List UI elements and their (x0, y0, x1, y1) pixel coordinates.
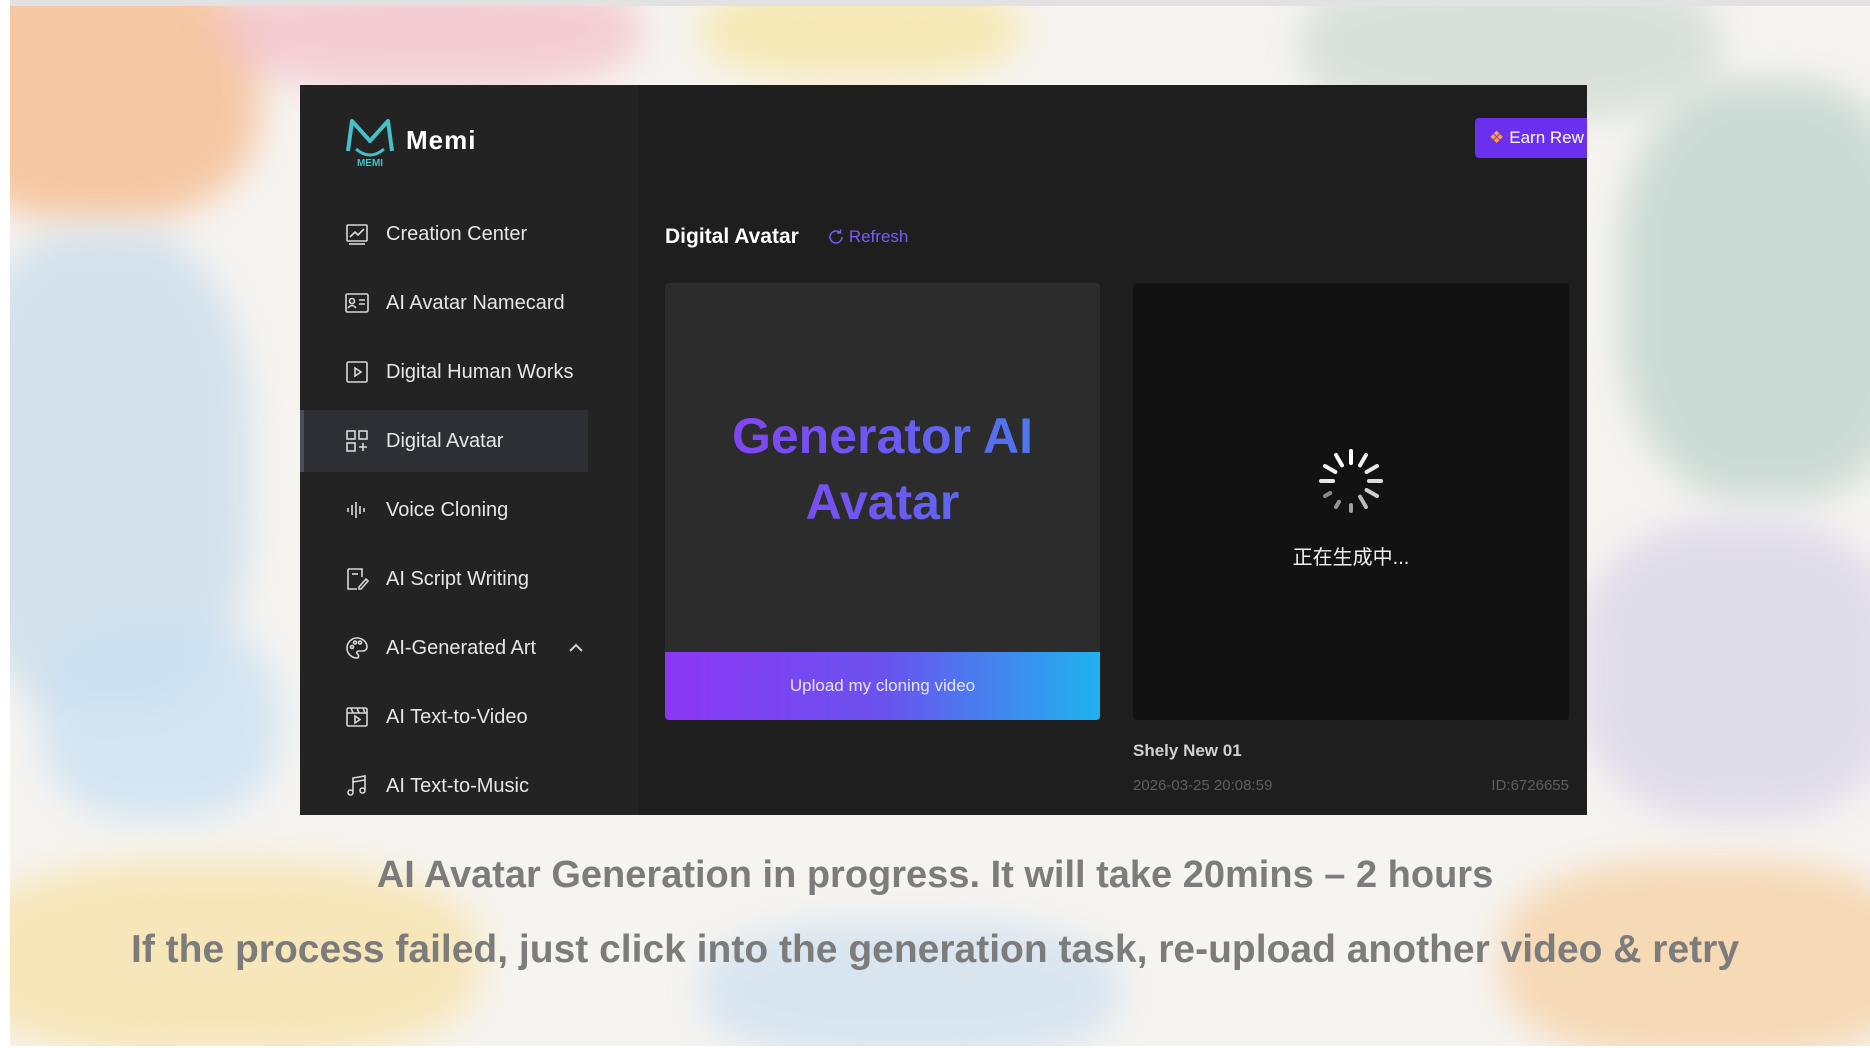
sidebar-nav: Creation Center AI Avatar Namecard Digit… (300, 203, 638, 815)
sidebar-item-label: Creation Center (386, 222, 528, 245)
sidebar-item-ai-text-to-music[interactable]: AI Text-to-Music (300, 755, 638, 815)
palette-icon (344, 635, 370, 661)
generator-title: Generator AI Avatar (665, 403, 1100, 535)
generator-card[interactable]: Generator AI Avatar Upload my cloning vi… (665, 283, 1100, 720)
generation-task-card[interactable]: 正在生成中... (1133, 283, 1569, 720)
sidebar-item-ai-avatar-namecard[interactable]: AI Avatar Namecard (300, 272, 638, 334)
music-note-icon (344, 773, 370, 799)
sidebar-item-label: Digital Avatar (386, 429, 504, 452)
sidebar-item-label: Digital Human Works (386, 360, 574, 383)
sidebar-item-ai-generated-art[interactable]: AI-Generated Art (300, 617, 638, 679)
generator-title-line1: Generator AI (731, 408, 1033, 464)
waveform-icon (344, 497, 370, 523)
app-name: Memi (406, 124, 477, 155)
sidebar-item-label: AI Script Writing (386, 567, 529, 590)
section-header: Digital Avatar Refresh (665, 225, 908, 249)
script-pen-icon (344, 566, 370, 592)
sidebar-item-label: AI Text-to-Music (386, 774, 529, 797)
logo-small-text: MEMI (357, 158, 383, 169)
sidebar-item-digital-avatar[interactable]: Digital Avatar (300, 410, 588, 472)
sidebar-item-creation-center[interactable]: Creation Center (300, 203, 638, 265)
caption-progress-note: AI Avatar Generation in progress. It wil… (376, 854, 1494, 896)
avatar-grid-icon (344, 428, 370, 454)
sidebar-item-digital-human-works[interactable]: Digital Human Works (300, 341, 638, 403)
sidebar-item-label: AI Avatar Namecard (386, 291, 565, 314)
generator-title-line2: Avatar (805, 474, 960, 530)
gift-icon: ❖ (1489, 128, 1505, 147)
id-card-icon (344, 290, 370, 316)
task-timestamp: 2026-03-25 20:08:59 (1133, 777, 1273, 794)
memi-logo-icon: MEMI (342, 111, 398, 169)
sidebar-item-ai-script-writing[interactable]: AI Script Writing (300, 548, 638, 610)
sidebar-item-label: Voice Cloning (386, 498, 509, 521)
refresh-icon (829, 229, 843, 244)
earn-rewards-button[interactable]: ❖ Earn Rew (1475, 118, 1587, 158)
upload-cloning-video-button[interactable]: Upload my cloning video (665, 652, 1100, 720)
sidebar-item-ai-text-to-video[interactable]: AI Text-to-Video (300, 686, 638, 748)
logo[interactable]: MEMI Memi (342, 111, 476, 169)
task-id: ID:6726655 (1491, 777, 1569, 794)
loading-spinner-icon (1315, 445, 1387, 517)
sidebar-item-voice-cloning[interactable]: Voice Cloning (300, 479, 638, 541)
page-title: Digital Avatar (665, 225, 799, 248)
earn-rewards-label: Earn Rew (1509, 128, 1584, 147)
task-status-text: 正在生成中... (1292, 547, 1410, 569)
chart-icon (344, 221, 370, 247)
refresh-label: Refresh (848, 227, 909, 246)
chevron-up-icon[interactable] (568, 639, 584, 655)
video-icon (344, 704, 370, 730)
refresh-button[interactable]: Refresh (827, 227, 909, 247)
sidebar-item-label: AI-Generated Art (386, 636, 537, 659)
sidebar: MEMI Memi Creation Center AI Avatar Name… (300, 85, 638, 815)
task-name: Shely New 01 (1133, 741, 1242, 760)
main-content: ❖ Earn Rew Digital Avatar Refresh Genera… (638, 85, 1587, 815)
caption-retry-note: If the process failed, just click into t… (130, 928, 1740, 971)
play-box-icon (344, 359, 370, 385)
sidebar-item-label: AI Text-to-Video (386, 705, 528, 728)
app-window: MEMI Memi Creation Center AI Avatar Name… (300, 85, 1587, 815)
